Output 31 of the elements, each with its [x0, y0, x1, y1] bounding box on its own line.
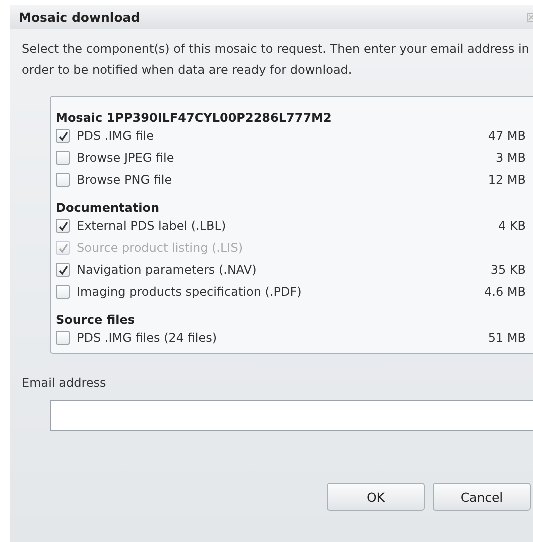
checkbox[interactable]: [56, 219, 70, 233]
file-label: Imaging products specification (.PDF): [77, 285, 303, 299]
file-label: Source product listing (.LIS): [77, 241, 244, 255]
file-label: Browse PNG file: [77, 173, 174, 187]
checkbox[interactable]: [56, 285, 70, 299]
checkbox[interactable]: [56, 151, 70, 165]
instruction-text: Select the component(s) of this mosaic to request. Then enter your email address in order to be notified when data are ready for download.: [22, 41, 530, 79]
email-field[interactable]: [50, 400, 533, 431]
dialog-title: Mosaic download: [19, 10, 142, 24]
file-label: External PDS label (.LBL): [77, 219, 228, 233]
file-label: PDS .IMG file: [77, 129, 156, 143]
file-size: 35 KB: [490, 263, 526, 277]
group-heading: Documentation: [56, 200, 161, 215]
checkbox[interactable]: [56, 263, 70, 277]
checkbox[interactable]: [56, 331, 70, 345]
cancel-button[interactable]: Cancel: [433, 483, 531, 511]
file-size: 47 MB: [488, 129, 526, 143]
email-label: Email address: [22, 376, 108, 390]
file-size: 4 KB: [498, 219, 526, 233]
group-heading: Source files: [56, 312, 136, 327]
group-heading: Mosaic 1PP390ILF47CYL00P2286L777M2: [56, 110, 333, 125]
file-label: Browse JPEG file: [77, 151, 176, 165]
file-size: 4.6 MB: [484, 285, 526, 299]
checkbox[interactable]: [56, 173, 70, 187]
file-size: 12 MB: [488, 173, 526, 187]
checkbox[interactable]: [56, 129, 70, 143]
ok-button[interactable]: OK: [327, 483, 425, 511]
file-size: 51 MB: [488, 331, 526, 345]
file-label: Navigation parameters (.NAV): [77, 263, 258, 277]
file-label: PDS .IMG files (24 files): [77, 331, 218, 345]
file-size: 3 MB: [496, 151, 526, 165]
